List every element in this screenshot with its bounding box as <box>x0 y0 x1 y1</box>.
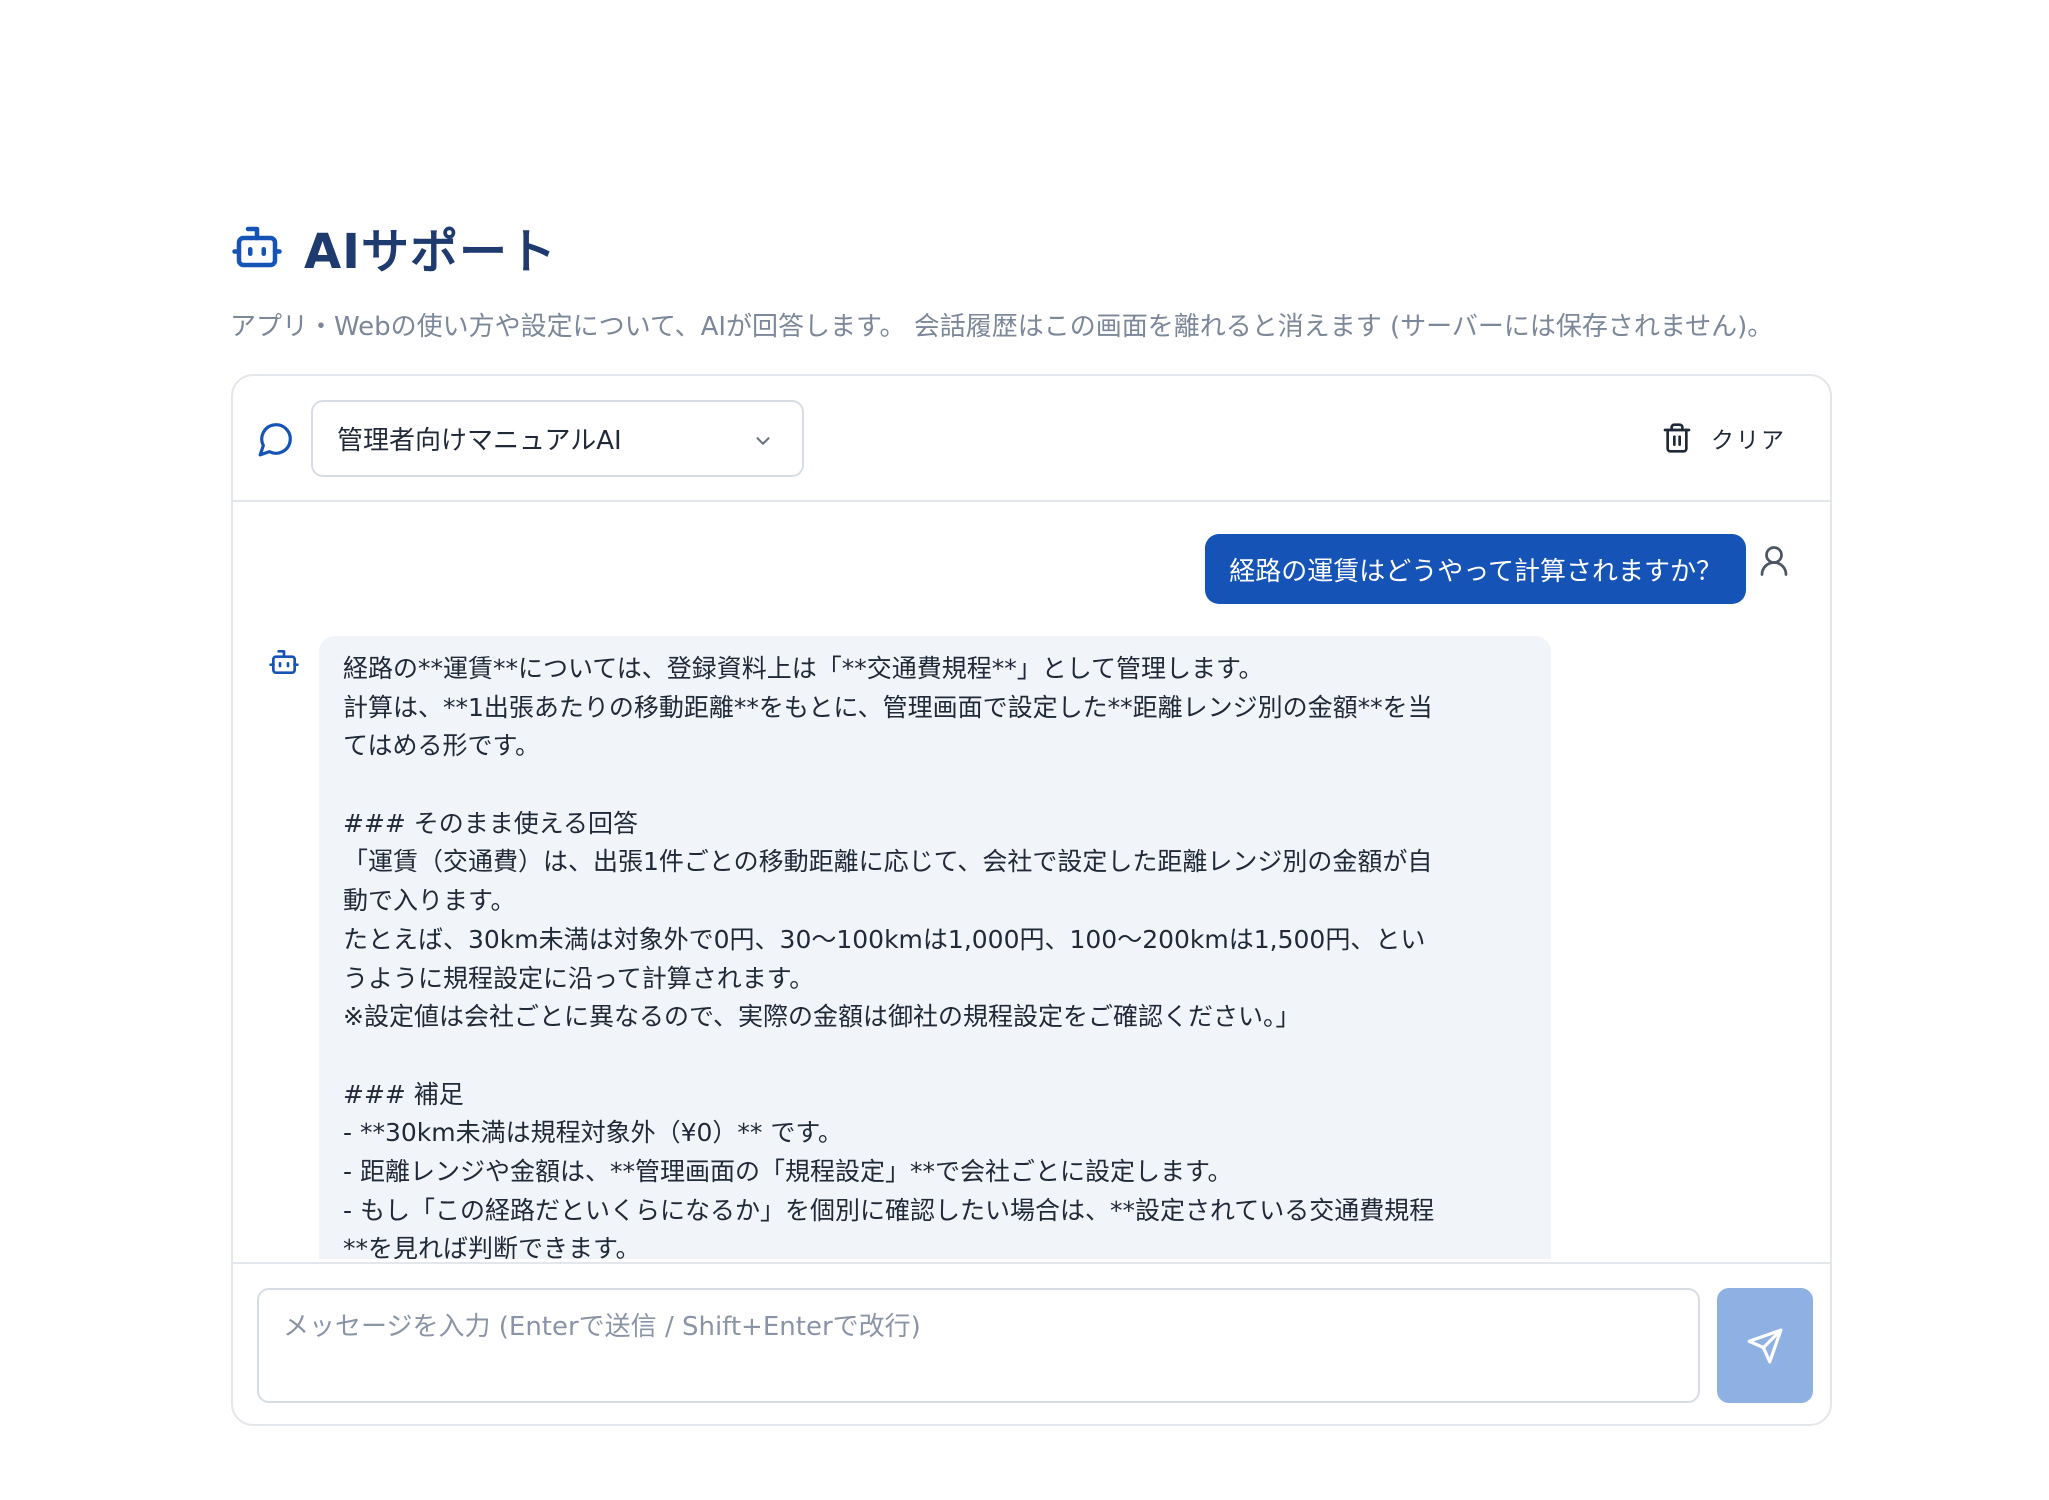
model-select-value: 管理者向けマニュアルAI <box>337 426 622 456</box>
trash-icon <box>1663 423 1691 453</box>
page-subtitle: アプリ・Webの使い方や設定について、AIが回答します。 会話履歴はこの画面を離… <box>230 312 1774 342</box>
assistant-line: 経路の**運賃**については、登録資料上は「**交通費規程**」として管理します… <box>343 654 1264 683</box>
page-header: AIサポート <box>230 212 557 282</box>
assistant-line: 動で入ります。 <box>343 886 516 916</box>
bot-icon <box>232 226 282 268</box>
user-message: 経路の運賃はどうやって計算されますか？ <box>1205 534 1746 604</box>
assistant-line <box>343 766 1527 805</box>
model-select[interactable]: 管理者向けマニュアルAI <box>311 400 804 477</box>
clear-button[interactable]: クリア <box>1661 420 1786 456</box>
chat-panel: 管理者向けマニュアルAI クリア 経路の運賃はどうやって計算されますか？ 経路の… <box>231 374 1832 1426</box>
message-list[interactable]: 経路の運賃はどうやって計算されますか？ 経路の**運賃**については、登録資料上… <box>233 504 1830 1259</box>
assistant-line: - 距離レンジや金額は、**管理画面の「規程設定」**で会社ごとに設定します。 <box>343 1156 1233 1186</box>
chat-bubble-icon <box>258 423 292 457</box>
assistant-line: ※設定値は会社ごとに異なるので、実際の金額は御社の規程設定をご確認ください。」 <box>343 1002 1301 1032</box>
message-composer <box>233 1262 1830 1424</box>
bot-icon <box>269 650 299 674</box>
message-input[interactable] <box>257 1288 1700 1403</box>
chat-toolbar: 管理者向けマニュアルAI クリア <box>233 376 1830 502</box>
user-icon <box>1760 546 1788 576</box>
page-title: AIサポート <box>304 224 558 280</box>
assistant-line: てはめる形です。 <box>343 731 541 761</box>
assistant-line: うように規程設定に沿って計算されます。 <box>343 963 815 993</box>
ai-support-page: AIサポート アプリ・Webの使い方や設定について、AIが回答します。 会話履歴… <box>0 0 2049 1500</box>
assistant-line: ### 補足 <box>343 1079 464 1109</box>
assistant-line: 計算は、**1出張あたりの移動距離**をもとに、管理画面で設定した**距離レンジ… <box>343 692 1433 722</box>
clear-button-label: クリア <box>1711 428 1786 454</box>
assistant-line: たとえば、30km未満は対象外で0円、30〜100kmは1,000円、100〜2… <box>343 924 1426 954</box>
send-icon <box>1747 1328 1783 1363</box>
assistant-line: - もし「この経路だといくらになるか」を個別に確認したい場合は、**設定されてい… <box>343 1195 1435 1225</box>
assistant-line: - **30km未満は規程対象外（¥0）** です。 <box>343 1118 843 1148</box>
send-button[interactable] <box>1717 1288 1813 1403</box>
assistant-message-bubble: 経路の**運賃**については、登録資料上は「**交通費規程**」として管理します… <box>319 636 1551 1259</box>
user-message-bubble: 経路の運賃はどうやって計算されますか？ <box>1205 534 1746 604</box>
chevron-down-icon <box>756 437 770 445</box>
assistant-line <box>343 1037 1527 1076</box>
assistant-line: **を見れば判断できます。 <box>343 1234 641 1259</box>
assistant-line: ### そのまま使える回答 <box>343 808 639 838</box>
assistant-line: 「運賃（交通費）は、出張1件ごとの移動距離に応じて、会社で設定した距離レンジ別の… <box>343 847 1433 877</box>
